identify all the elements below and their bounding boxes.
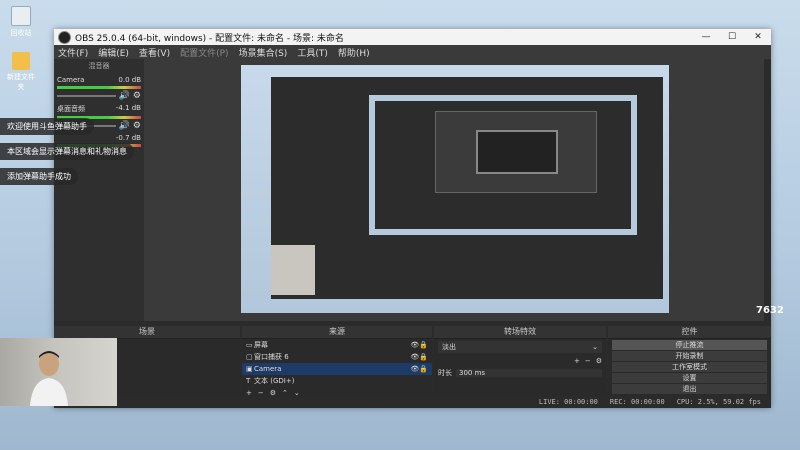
window-title: OBS 25.0.4 (64-bit, windows) - 配置文件: 未命名… bbox=[75, 33, 344, 44]
remove-icon[interactable]: − bbox=[585, 357, 591, 365]
source-item[interactable]: ▭ 屏幕 👁 🔒 bbox=[242, 339, 432, 351]
camera-icon: ▣ bbox=[246, 365, 253, 373]
desktop-icon-recycle-bin[interactable]: 回收站 bbox=[6, 6, 36, 38]
chevron-down-icon: ⌄ bbox=[592, 343, 598, 351]
watermark-text: 7632 bbox=[756, 305, 784, 316]
track-db: -0.7 dB bbox=[115, 134, 141, 142]
eye-icon[interactable]: 👁 bbox=[410, 365, 419, 373]
nested-webcam bbox=[271, 245, 315, 295]
minimize-button[interactable]: — bbox=[693, 32, 719, 42]
transition-type: 淡出 bbox=[442, 343, 456, 351]
menu-scene-collection[interactable]: 场景集合(S) bbox=[239, 46, 288, 59]
obs-logo-icon bbox=[58, 30, 71, 44]
start-recording-button[interactable]: 开始录制 bbox=[612, 351, 767, 361]
source-name: 屏幕 bbox=[254, 341, 268, 349]
source-name: 窗口捕获 6 bbox=[254, 353, 289, 361]
duration-input[interactable]: 300 ms bbox=[456, 369, 602, 377]
source-name: 文本 (GDI+) bbox=[254, 377, 295, 385]
track-name: Camera bbox=[57, 76, 85, 84]
studio-mode-button[interactable]: 工作室模式 bbox=[612, 362, 767, 372]
rec-status: REC: 00:00:00 bbox=[609, 398, 665, 406]
volume-slider[interactable] bbox=[57, 95, 116, 97]
monitor-icon: ▭ bbox=[246, 341, 253, 349]
notification-bubble: 本区域会显示弹幕消息和礼物消息 bbox=[0, 143, 134, 160]
track-db: 0.0 dB bbox=[118, 76, 141, 84]
eye-icon[interactable]: 👁 bbox=[410, 341, 419, 349]
title-bar: OBS 25.0.4 (64-bit, windows) - 配置文件: 未命名… bbox=[54, 29, 771, 45]
controls-header: 控件 bbox=[608, 326, 771, 339]
menu-tools[interactable]: 工具(T) bbox=[297, 46, 328, 59]
nested-preview-3 bbox=[476, 130, 558, 174]
gear-icon[interactable]: ⚙ bbox=[133, 121, 141, 131]
settings-button[interactable]: 设置 bbox=[612, 373, 767, 383]
desktop-icon-folder[interactable]: 新建文件夹 bbox=[6, 52, 36, 92]
track-name: 桌面音频 bbox=[57, 105, 85, 113]
webcam-feed bbox=[0, 338, 117, 406]
notification-bubble: 添加弹幕助手成功 bbox=[0, 168, 78, 185]
person-image bbox=[30, 351, 68, 406]
track-db: -4.1 dB bbox=[115, 104, 141, 112]
lock-icon[interactable]: 🔒 bbox=[419, 353, 428, 361]
close-button[interactable]: ✕ bbox=[745, 32, 771, 42]
duration-row: 时长 300 ms bbox=[434, 367, 606, 379]
menu-bar: 文件(F) 编辑(E) 查看(V) 配置文件(P) 场景集合(S) 工具(T) … bbox=[54, 45, 771, 59]
nested-preview-2 bbox=[435, 111, 597, 193]
speaker-icon[interactable]: 🔊 bbox=[119, 121, 130, 131]
exit-button[interactable]: 退出 bbox=[612, 384, 767, 394]
mixer-header: 混音器 bbox=[88, 62, 110, 70]
lock-icon[interactable]: 🔒 bbox=[419, 341, 428, 349]
sources-header: 来源 bbox=[242, 326, 432, 339]
cpu-status: CPU: 2.5%, 59.02 fps bbox=[676, 398, 761, 406]
transition-select[interactable]: 淡出 ⌄ bbox=[438, 341, 602, 353]
lock-icon[interactable]: 🔒 bbox=[419, 365, 428, 373]
text-icon: T bbox=[246, 377, 251, 385]
stop-streaming-button[interactable]: 停止推流 bbox=[612, 340, 767, 350]
menu-file[interactable]: 文件(F) bbox=[58, 46, 88, 59]
status-bar: LIVE: 00:00:00 REC: 00:00:00 CPU: 2.5%, … bbox=[54, 396, 771, 408]
source-item[interactable]: ▢ 窗口捕获 6 👁 🔒 bbox=[242, 351, 432, 363]
transition-toolbar: + − ⚙ bbox=[434, 355, 606, 367]
nested-obs-window bbox=[271, 77, 663, 299]
desktop-icon-label: 回收站 bbox=[10, 29, 32, 37]
nested-obs-window-2 bbox=[375, 101, 631, 229]
add-icon[interactable]: + bbox=[574, 357, 580, 365]
obs-window: OBS 25.0.4 (64-bit, windows) - 配置文件: 未命名… bbox=[54, 29, 771, 408]
source-item[interactable]: ▣ Camera 👁 🔒 bbox=[242, 363, 432, 375]
maximize-button[interactable]: ☐ bbox=[719, 32, 745, 42]
desktop-icon-label: 新建文件夹 bbox=[7, 73, 35, 91]
menu-profile[interactable]: 配置文件(P) bbox=[180, 46, 228, 59]
source-name: Camera bbox=[254, 365, 282, 373]
mixer-panel: 混音器 Camera 0.0 dB 🔊 ⚙ 桌面音频 -4.1 dB 🔊 ⚙ -0.7 … bbox=[54, 59, 144, 321]
menu-edit[interactable]: 编辑(E) bbox=[98, 46, 129, 59]
mixer-track: Camera 0.0 dB 🔊 ⚙ bbox=[57, 76, 141, 101]
volume-meter bbox=[57, 86, 141, 89]
notification-bubble: 欢迎使用斗鱼弹幕助手 bbox=[0, 118, 94, 135]
nested-preview bbox=[369, 95, 637, 235]
gear-icon[interactable]: ⚙ bbox=[133, 91, 141, 101]
gear-icon[interactable]: ⚙ bbox=[596, 357, 602, 365]
menu-view[interactable]: 查看(V) bbox=[139, 46, 170, 59]
window-icon: ▢ bbox=[246, 353, 253, 361]
eye-icon[interactable]: 👁 bbox=[410, 353, 419, 361]
source-item[interactable]: T 文本 (GDI+) bbox=[242, 375, 432, 387]
recycle-bin-icon bbox=[11, 6, 31, 26]
preview-canvas[interactable] bbox=[241, 65, 669, 313]
speaker-icon[interactable]: 🔊 bbox=[119, 91, 130, 101]
duration-label: 时长 bbox=[438, 369, 452, 377]
live-status: LIVE: 00:00:00 bbox=[538, 398, 598, 406]
menu-help[interactable]: 帮助(H) bbox=[338, 46, 370, 59]
preview-area bbox=[144, 59, 764, 321]
folder-icon bbox=[12, 52, 30, 70]
transitions-header: 转场特效 bbox=[434, 326, 606, 339]
